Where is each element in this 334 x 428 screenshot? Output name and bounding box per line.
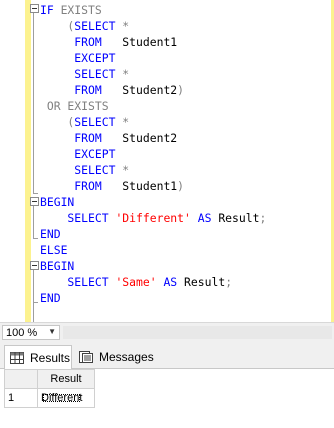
fold-end-begin-1 <box>33 238 38 239</box>
code-line[interactable]: OR EXISTS <box>40 98 330 114</box>
code-line[interactable]: SELECT 'Different' AS Result; <box>40 210 330 226</box>
code-token: BEGIN <box>40 259 75 273</box>
code-line[interactable]: FROM Student2) <box>40 82 330 98</box>
query-editor[interactable]: IF EXISTS (SELECT * FROM Student1 EXCEPT… <box>0 0 334 322</box>
code-token: Result <box>184 275 226 289</box>
tab-results-label: Results <box>30 351 71 365</box>
results-tab-strip: Results Messages <box>0 341 334 370</box>
messages-icon <box>79 351 93 363</box>
code-token: FROM <box>40 179 102 193</box>
code-line[interactable]: (SELECT * <box>40 114 330 130</box>
column-header-result[interactable]: Result <box>37 369 95 389</box>
fold-guide-tail <box>33 302 34 322</box>
result-cell-value: Different <box>41 392 83 404</box>
code-line[interactable]: SELECT * <box>40 162 330 178</box>
code-token: ) <box>177 179 185 193</box>
row-number[interactable]: 1 <box>4 388 38 408</box>
code-token: FROM <box>40 35 102 49</box>
code-token: SELECT <box>40 275 116 289</box>
tab-messages[interactable]: Messages <box>74 345 154 369</box>
code-token: Student2 <box>101 131 178 145</box>
zoom-value: 100 % <box>6 327 38 339</box>
code-line[interactable]: EXCEPT <box>40 50 330 66</box>
fold-toggle-begin-1[interactable] <box>30 197 39 206</box>
code-token: FROM <box>40 83 102 97</box>
code-token: SELECT <box>40 163 116 177</box>
code-token: 'Same' <box>115 275 157 289</box>
code-token: EXCEPT <box>40 51 116 65</box>
code-token: ) <box>177 83 185 97</box>
code-token: * <box>115 163 130 177</box>
code-line[interactable]: FROM Student2 <box>40 130 330 146</box>
code-token: AS <box>190 211 219 225</box>
editor-left-margin <box>0 0 25 322</box>
fold-toggle-begin-2[interactable] <box>30 261 39 270</box>
code-token: END <box>40 227 61 241</box>
results-grid[interactable]: Result 1 Different <box>4 369 95 408</box>
results-pane: Result 1 Different <box>0 369 334 428</box>
fold-guide-if <box>33 13 34 193</box>
code-line[interactable]: SELECT * <box>40 66 330 82</box>
code-line[interactable]: END <box>40 226 330 242</box>
code-token: ; <box>225 275 233 289</box>
code-token: END <box>40 291 61 305</box>
zoom-select[interactable]: 100 % ▼ <box>2 325 60 340</box>
fold-end-if <box>33 193 38 194</box>
code-token: * <box>115 67 130 81</box>
code-line[interactable]: IF EXISTS <box>40 2 330 18</box>
table-row[interactable]: 1 Different <box>4 388 95 408</box>
code-line[interactable]: EXCEPT <box>40 146 330 162</box>
code-line[interactable]: ELSE <box>40 242 330 258</box>
code-token: * <box>115 19 130 33</box>
code-token: EXISTS <box>53 3 102 17</box>
fold-toggle-if[interactable] <box>30 4 39 13</box>
code-token: OR EXISTS <box>40 99 109 113</box>
code-token: SELECT <box>40 211 116 225</box>
code-line[interactable]: BEGIN <box>40 194 330 210</box>
fold-guide-begin-2 <box>33 270 34 302</box>
code-token: ; <box>259 211 267 225</box>
grid-header-row: Result <box>4 369 95 389</box>
change-tracking-bar <box>25 0 31 322</box>
code-token: * <box>115 115 130 129</box>
tab-messages-label: Messages <box>99 350 154 364</box>
grid-corner-cell[interactable] <box>4 369 38 389</box>
code-token: ( <box>40 115 75 129</box>
code-token: AS <box>156 275 185 289</box>
code-line[interactable]: (SELECT * <box>40 18 330 34</box>
code-token: ELSE <box>40 243 68 257</box>
sql-code[interactable]: IF EXISTS (SELECT * FROM Student1 EXCEPT… <box>40 2 330 306</box>
code-line[interactable]: FROM Student1) <box>40 178 330 194</box>
code-line[interactable]: BEGIN <box>40 258 330 274</box>
code-token: Student2 <box>101 83 178 97</box>
editor-status-strip: 100 % ▼ <box>0 322 334 341</box>
code-token: Student1 <box>101 179 178 193</box>
code-token: Student1 <box>101 35 178 49</box>
horizontal-scrollbar[interactable] <box>63 326 332 339</box>
code-token: SELECT <box>74 115 116 129</box>
code-token: SELECT <box>40 67 116 81</box>
code-token: FROM <box>40 131 102 145</box>
code-token: BEGIN <box>40 195 75 209</box>
code-token: SELECT <box>74 19 116 33</box>
code-token: EXCEPT <box>40 147 116 161</box>
tab-results[interactable]: Results <box>4 345 72 370</box>
result-cell[interactable]: Different <box>37 388 95 408</box>
fold-guide-begin-1 <box>33 206 34 238</box>
code-token: IF <box>40 3 54 17</box>
grid-icon <box>10 352 24 364</box>
code-token: 'Different' <box>115 211 191 225</box>
code-token: Result <box>218 211 260 225</box>
chevron-down-icon[interactable]: ▼ <box>48 327 56 336</box>
code-line[interactable]: FROM Student1 <box>40 34 330 50</box>
code-line[interactable]: SELECT 'Same' AS Result; <box>40 274 330 290</box>
code-token: ( <box>40 19 75 33</box>
code-line[interactable]: END <box>40 290 330 306</box>
